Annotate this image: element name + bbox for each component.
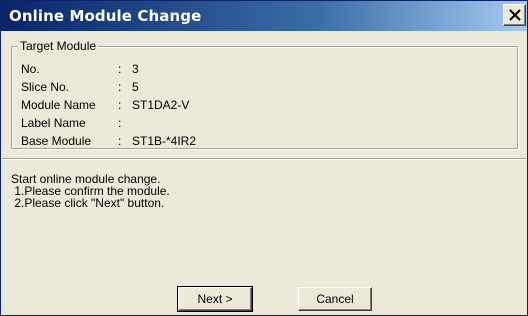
field-module-name: Module Name: ST1DA2-V xyxy=(21,97,189,113)
field-slice-no-colon: : xyxy=(118,80,122,94)
field-label-name: Label Name: xyxy=(21,115,132,131)
close-button[interactable] xyxy=(503,4,526,26)
field-slice-no-label: Slice No. xyxy=(21,80,70,94)
divider xyxy=(2,158,526,160)
title-bar[interactable]: Online Module Change xyxy=(1,1,527,31)
field-base-module-colon: : xyxy=(118,134,122,148)
field-module-name-value: ST1DA2-V xyxy=(132,98,190,112)
field-no-value: 3 xyxy=(132,62,139,76)
field-module-name-label: Module Name xyxy=(21,98,96,112)
window-title: Online Module Change xyxy=(9,7,202,25)
field-no: No.:3 xyxy=(21,61,139,77)
field-no-colon: : xyxy=(118,62,122,76)
target-module-group-label: Target Module xyxy=(18,39,99,53)
field-label-name-colon: : xyxy=(118,116,122,130)
field-slice-no-value: 5 xyxy=(132,80,139,94)
message-line: 2.Please click "Next" button. xyxy=(11,196,165,210)
field-base-module-value: ST1B-*4IR2 xyxy=(132,134,197,148)
field-label-name-label: Label Name xyxy=(21,116,86,130)
cancel-button[interactable]: Cancel xyxy=(298,287,372,311)
next-button[interactable]: Next > xyxy=(177,286,253,312)
field-base-module-label: Base Module xyxy=(21,134,92,148)
field-base-module: Base Module: ST1B-*4IR2 xyxy=(21,133,196,149)
field-module-name-colon: : xyxy=(118,98,122,112)
field-no-label: No. xyxy=(21,62,40,76)
close-icon xyxy=(509,9,521,21)
field-slice-no: Slice No.:5 xyxy=(21,79,139,95)
online-module-change-dialog: Online Module Change Target Module No.:3… xyxy=(0,0,528,316)
